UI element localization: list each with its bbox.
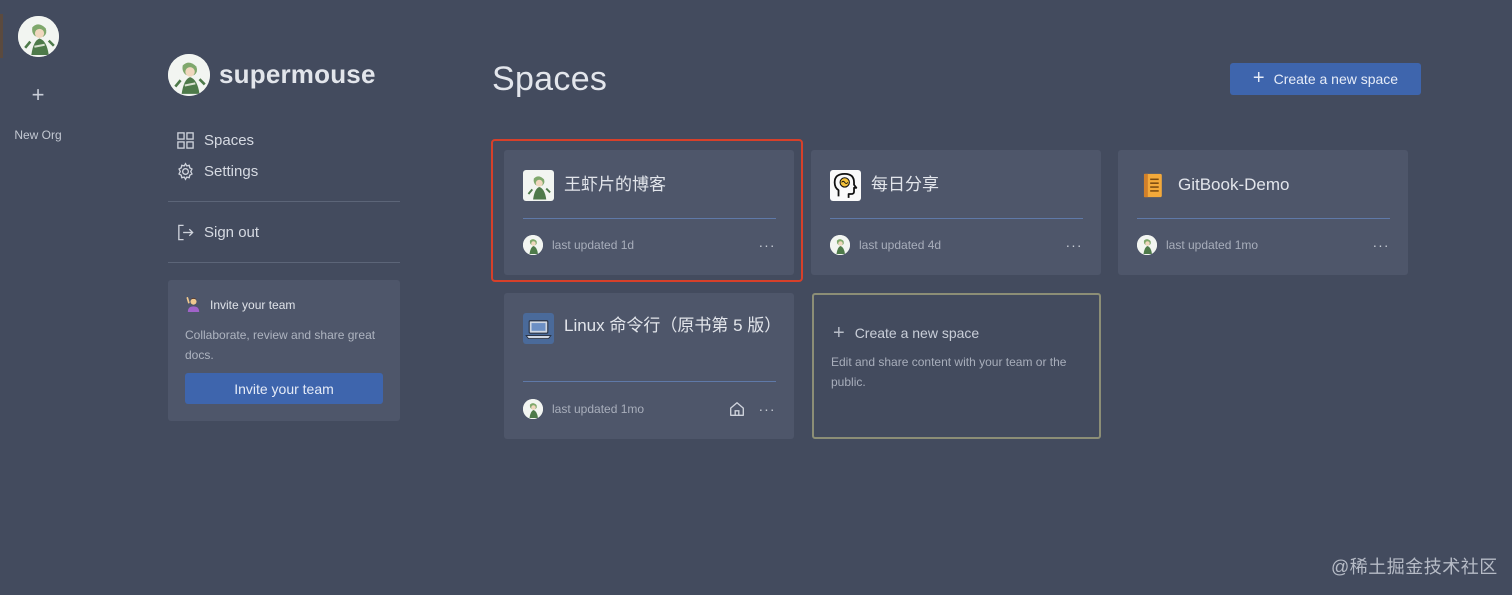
sidebar-item-settings[interactable]: Settings <box>176 159 258 183</box>
last-updated: last updated 1d <box>552 238 635 252</box>
space-card-footer: last updated 1mo ··· <box>523 399 776 419</box>
thinking-head-icon <box>830 170 861 201</box>
invite-title-text: Invite your team <box>210 297 296 312</box>
laptop-icon <box>523 313 554 344</box>
space-card[interactable]: 王虾片的博客 last updated 1d ··· <box>504 150 794 275</box>
new-org-plus-icon[interactable]: + <box>27 84 49 106</box>
sign-out-button[interactable]: Sign out <box>176 220 259 244</box>
active-org-indicator <box>0 14 3 58</box>
home-icon[interactable] <box>728 400 746 418</box>
last-updated: last updated 1mo <box>1166 238 1259 252</box>
sign-out-label: Sign out <box>204 223 260 241</box>
sign-out-icon <box>178 224 194 240</box>
divider <box>830 218 1083 219</box>
new-space-card[interactable]: + Create a new space Edit and share cont… <box>812 293 1101 439</box>
org-name: supermouse <box>219 59 376 89</box>
more-options-icon[interactable]: ··· <box>758 401 776 417</box>
space-card-footer: last updated 4d ··· <box>830 235 1083 255</box>
space-card-header: Linux 命令行（原书第 5 版） <box>523 311 782 344</box>
new-space-description: Edit and share content with your team or… <box>831 355 1067 389</box>
space-name: Linux 命令行（原书第 5 版） <box>564 316 782 335</box>
org-avatar[interactable] <box>18 16 59 57</box>
space-name: GitBook-Demo <box>1178 175 1290 194</box>
avatar <box>523 235 543 255</box>
new-space-title-text: Create a new space <box>854 325 980 341</box>
app-window: + New Org supermouse Spaces Settings Sig… <box>0 0 1512 595</box>
avatar-icon <box>523 170 554 201</box>
last-updated: last updated 4d <box>859 238 942 252</box>
divider <box>523 381 776 382</box>
space-card-header: 王虾片的博客 <box>523 170 776 201</box>
plus-icon: + <box>833 322 845 344</box>
space-card[interactable]: Linux 命令行（原书第 5 版） last updated 1mo ··· <box>504 293 794 439</box>
plus-icon: + <box>1252 67 1265 89</box>
avatar <box>830 235 850 255</box>
watermark: @稀土掘金技术社区 <box>1331 557 1498 577</box>
invite-panel: Invite your team Collaborate, review and… <box>168 280 400 421</box>
space-card[interactable]: 每日分享 last updated 4d ··· <box>811 150 1101 275</box>
notebook-icon <box>1137 170 1168 201</box>
avatar <box>1137 235 1157 255</box>
space-name: 王虾片的博客 <box>564 175 666 194</box>
org-avatar-large <box>168 54 210 96</box>
invite-title: Invite your team <box>185 296 295 313</box>
page-title: Spaces <box>492 60 608 98</box>
invite-team-button[interactable]: Invite your team <box>185 373 383 404</box>
gear-icon <box>178 161 193 181</box>
avatar <box>523 399 543 419</box>
sidebar-item-label: Spaces <box>204 131 255 149</box>
space-card-header: 每日分享 <box>830 170 1083 201</box>
waving-person-icon <box>186 297 200 313</box>
create-space-label: Create a new space <box>1273 71 1399 87</box>
divider <box>523 218 776 219</box>
space-card[interactable]: GitBook-Demo last updated 1mo ··· <box>1118 150 1408 275</box>
more-options-icon[interactable]: ··· <box>1372 237 1390 253</box>
space-name: 每日分享 <box>871 175 939 194</box>
invite-description: Collaborate, review and share great docs… <box>185 328 376 362</box>
grid-icon <box>177 131 194 149</box>
space-card-footer: last updated 1d ··· <box>523 235 776 255</box>
space-card-header: GitBook-Demo <box>1137 170 1390 201</box>
avatar-icon <box>168 54 210 96</box>
sidebar-item-spaces[interactable]: Spaces <box>176 128 254 152</box>
sidebar-item-label: Settings <box>204 162 259 180</box>
divider <box>168 201 400 202</box>
divider <box>1137 218 1390 219</box>
more-options-icon[interactable]: ··· <box>1065 237 1083 253</box>
new-org-label[interactable]: New Org <box>0 128 76 142</box>
avatar-icon <box>18 16 59 57</box>
create-space-button[interactable]: + Create a new space <box>1230 63 1421 95</box>
more-options-icon[interactable]: ··· <box>758 237 776 253</box>
space-card-footer: last updated 1mo ··· <box>1137 235 1390 255</box>
divider <box>168 262 400 263</box>
last-updated: last updated 1mo <box>552 402 645 416</box>
new-space-title: + Create a new space <box>833 323 979 343</box>
